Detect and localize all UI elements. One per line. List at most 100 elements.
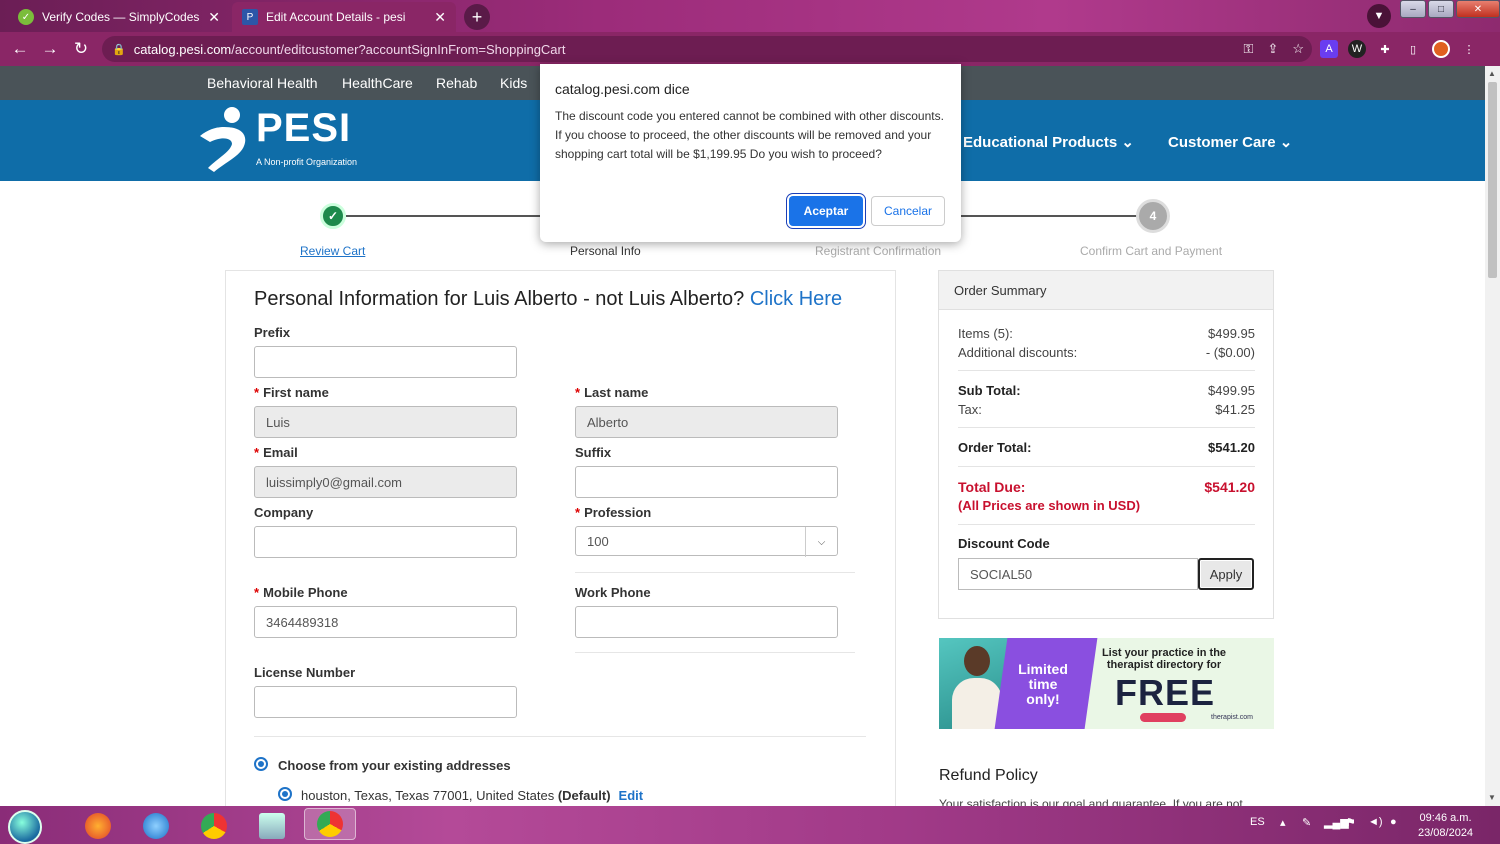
dialog-message: The discount code you entered cannot be … xyxy=(555,109,944,161)
logo-subtitle: A Non-profit Organization xyxy=(256,157,358,167)
scroll-down-icon[interactable]: ▼ xyxy=(1488,793,1496,802)
new-tab-icon[interactable]: + xyxy=(464,4,490,30)
extension-a-icon[interactable]: A xyxy=(1320,40,1338,58)
discount-code-input[interactable]: SOCIAL50 xyxy=(958,558,1198,590)
back-arrow-icon[interactable]: ← xyxy=(9,39,31,59)
profession-select[interactable]: 100 ⌵ xyxy=(575,526,838,557)
tab-title: Verify Codes — SimplyCodes xyxy=(42,10,200,24)
bookmark-star-icon[interactable]: ☆ xyxy=(1292,41,1304,57)
pesi-figure-icon xyxy=(200,107,246,172)
notepad-icon[interactable] xyxy=(246,810,298,842)
close-tab-icon[interactable]: ✕ xyxy=(434,9,446,26)
confirm-dialog: catalog.pesi.com dice The discount code … xyxy=(540,64,961,242)
url-host: catalog.pesi.com xyxy=(133,41,232,57)
existing-address-radio[interactable] xyxy=(254,757,268,771)
step-review-cart-link[interactable]: Review Cart xyxy=(300,244,365,258)
tab-pesi[interactable]: P Edit Account Details - pesi ✕ xyxy=(232,2,456,32)
start-button-icon[interactable] xyxy=(8,810,42,844)
tab-simplycodes[interactable]: ✓ Verify Codes — SimplyCodes ✕ xyxy=(8,2,230,32)
extension-w-icon[interactable]: W xyxy=(1348,40,1366,58)
therapist-ad-banner[interactable]: Limited time only! List your practice in… xyxy=(939,638,1274,729)
company-label: Company xyxy=(254,505,314,520)
chevron-down-icon: ⌵ xyxy=(805,527,837,557)
maximize-icon[interactable]: □ xyxy=(1428,0,1454,18)
profession-label: * Profession xyxy=(575,505,652,520)
show-hidden-icons-icon[interactable]: ▴ xyxy=(1280,816,1286,829)
flag-icon[interactable]: ⚑ xyxy=(1346,816,1356,829)
extensions-puzzle-icon[interactable]: ✚ xyxy=(1376,40,1394,58)
profile-avatar-icon[interactable] xyxy=(1432,40,1450,58)
step-4-marker: 4 xyxy=(1136,199,1170,233)
mobile-phone-input[interactable]: 3464489318 xyxy=(254,606,517,638)
step-connector xyxy=(346,215,540,217)
pen-icon[interactable]: ✎ xyxy=(1302,816,1311,829)
scroll-thumb[interactable] xyxy=(1488,82,1497,278)
edit-address-link[interactable]: Edit xyxy=(619,788,644,803)
accept-button[interactable]: Aceptar xyxy=(789,196,863,226)
tab-search-chevron-icon[interactable]: ▼ xyxy=(1367,4,1391,28)
forward-arrow-icon[interactable]: → xyxy=(39,39,61,59)
security-icon[interactable]: ● xyxy=(1390,816,1397,828)
system-clock[interactable]: 09:46 a.m. 23/08/2024 xyxy=(1418,811,1473,841)
internet-explorer-icon[interactable] xyxy=(130,810,182,842)
reload-icon[interactable]: ↻ xyxy=(70,39,92,59)
browser-toolbar: ← → ↻ 🔒 catalog.pesi.com /account/editcu… xyxy=(0,32,1500,66)
nav-rehab[interactable]: Rehab xyxy=(436,75,477,91)
pesi-favicon-icon: P xyxy=(242,9,258,25)
apply-discount-button[interactable]: Apply xyxy=(1198,558,1254,590)
kebab-menu-icon[interactable]: ⋮ xyxy=(1460,40,1478,58)
first-name-input[interactable]: Luis xyxy=(254,406,517,438)
order-summary-title: Order Summary xyxy=(938,270,1274,310)
last-name-label: * Last name xyxy=(575,385,649,400)
step-personal-info: Personal Info xyxy=(570,244,641,258)
divider xyxy=(575,572,855,573)
address-option-radio[interactable] xyxy=(278,787,292,801)
chrome-active-icon[interactable] xyxy=(304,808,356,840)
refund-policy-heading: Refund Policy xyxy=(939,767,1038,784)
close-tab-icon[interactable]: ✕ xyxy=(208,9,220,26)
minimize-icon[interactable]: – xyxy=(1400,0,1426,18)
step-confirm-cart-payment: Confirm Cart and Payment xyxy=(1080,244,1223,258)
page-scrollbar[interactable]: ▲ ▼ xyxy=(1485,66,1500,806)
work-phone-label: Work Phone xyxy=(575,585,651,600)
license-number-label: License Number xyxy=(254,665,356,680)
volume-icon[interactable]: ◄) xyxy=(1368,816,1383,828)
language-indicator[interactable]: ES xyxy=(1250,816,1265,828)
choose-address-label: Choose from your existing addresses xyxy=(278,758,511,773)
page-title: Personal Information for Luis Alberto - … xyxy=(254,288,843,310)
company-input[interactable] xyxy=(254,526,517,558)
prefix-input[interactable] xyxy=(254,346,517,378)
nav-educational-products[interactable]: Educational Products ⌄ xyxy=(963,133,1134,151)
chrome-icon[interactable] xyxy=(188,810,240,842)
key-icon[interactable]: ⚿ xyxy=(1244,41,1254,57)
ad-brand: therapist.com xyxy=(1211,714,1254,721)
window-close-icon[interactable]: ✕ xyxy=(1456,0,1500,18)
nav-healthcare[interactable]: HealthCare xyxy=(342,75,413,91)
suffix-input[interactable] xyxy=(575,466,838,498)
address-option-text: houston, Texas, Texas 77001, United Stat… xyxy=(301,788,644,803)
additional-discounts-row: Additional discounts: - ($0.00) xyxy=(958,345,1255,360)
email-label: * Email xyxy=(254,445,298,460)
work-phone-input[interactable] xyxy=(575,606,838,638)
ad-cta-button[interactable] xyxy=(1140,713,1186,722)
address-bar[interactable]: 🔒 catalog.pesi.com /account/editcustomer… xyxy=(102,36,1312,62)
side-panel-icon[interactable]: ▯ xyxy=(1404,40,1422,58)
firefox-icon[interactable] xyxy=(72,810,124,842)
email-input[interactable]: luissimply0@gmail.com xyxy=(254,466,517,498)
nav-kids[interactable]: Kids xyxy=(500,75,527,91)
last-name-input[interactable]: Alberto xyxy=(575,406,838,438)
network-icon[interactable]: ▂▄▆ xyxy=(1324,816,1349,829)
tax-row: Tax: $41.25 xyxy=(958,402,1255,417)
ad-list-text: List your practice in the therapist dire… xyxy=(1101,647,1227,671)
license-number-input[interactable] xyxy=(254,686,517,718)
cancel-button[interactable]: Cancelar xyxy=(871,196,945,226)
nav-customer-care[interactable]: Customer Care ⌄ xyxy=(1168,133,1292,151)
lock-icon: 🔒 xyxy=(112,43,126,56)
divider xyxy=(958,427,1255,428)
scroll-up-icon[interactable]: ▲ xyxy=(1488,69,1496,78)
nav-behavioral-health[interactable]: Behavioral Health xyxy=(207,75,318,91)
click-here-link[interactable]: Click Here xyxy=(750,288,842,310)
order-total-row: Order Total: $541.20 xyxy=(958,440,1255,455)
share-icon[interactable]: ⇪ xyxy=(1267,41,1278,57)
logo-name: PESI xyxy=(256,106,352,150)
